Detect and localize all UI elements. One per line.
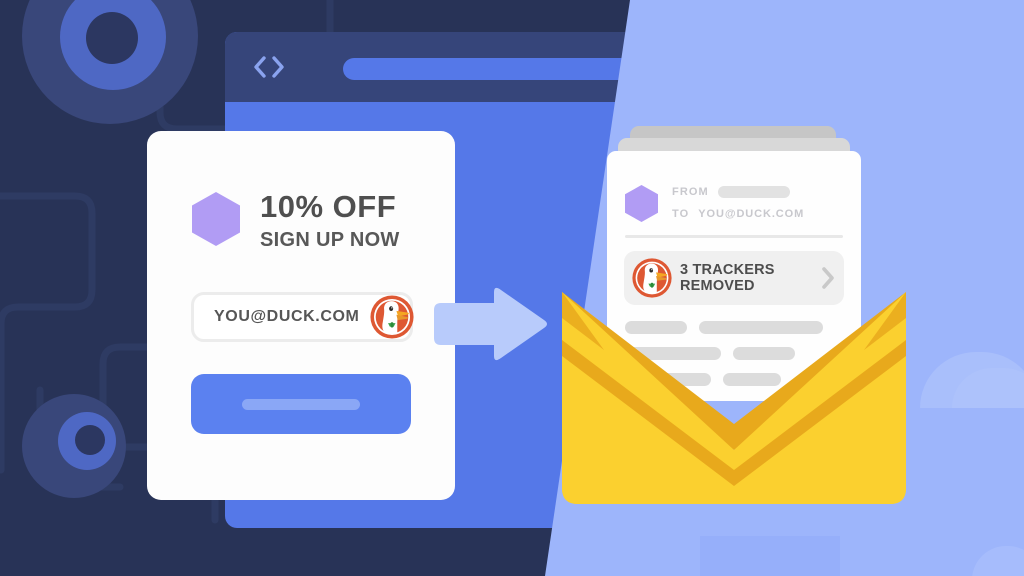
email-meta-label: FROM <box>672 186 709 198</box>
chevron-left-icon[interactable] <box>253 56 266 78</box>
email-header-divider <box>625 235 843 238</box>
email-with-envelope-group: FROM TO YOU@DUCK.COM 3 TRACKERS REMOVED <box>560 126 908 506</box>
arrow-right-icon <box>430 287 550 361</box>
email-input-field[interactable]: YOU@DUCK.COM <box>191 292 414 342</box>
chevron-right-icon[interactable] <box>272 56 285 78</box>
signup-submit-button[interactable] <box>191 374 411 434</box>
email-input-value: YOU@DUCK.COM <box>214 308 360 325</box>
offer-heading-group: 10% OFF SIGN UP NOW <box>260 189 440 252</box>
offer-subtitle: SIGN UP NOW <box>260 228 400 251</box>
email-meta-row-from: FROM <box>672 181 804 203</box>
envelope-open-icon <box>562 292 906 504</box>
duckduckgo-logo-icon[interactable] <box>370 295 414 339</box>
illustration-scene: 10% OFF SIGN UP NOW YOU@DUCK.COM FROM TO… <box>0 0 1024 576</box>
offer-title: 10% OFF <box>260 189 397 224</box>
address-bar[interactable] <box>343 58 711 80</box>
browser-toolbar <box>225 32 805 102</box>
submit-label-placeholder <box>242 398 360 410</box>
email-meta-row-to: TO YOU@DUCK.COM <box>672 203 804 225</box>
redacted-sender-pill <box>717 186 790 198</box>
email-recipient-address: YOU@DUCK.COM <box>698 208 805 220</box>
hexagon-logo-icon <box>625 185 658 222</box>
hexagon-logo-icon <box>192 192 240 246</box>
email-header-meta: FROM TO YOU@DUCK.COM <box>672 181 804 225</box>
ground-band <box>700 536 840 576</box>
email-meta-label: TO <box>672 208 690 220</box>
signup-form-card: 10% OFF SIGN UP NOW YOU@DUCK.COM <box>147 131 455 500</box>
hamburger-menu-icon[interactable] <box>751 58 777 79</box>
browser-nav-buttons[interactable] <box>253 56 285 78</box>
